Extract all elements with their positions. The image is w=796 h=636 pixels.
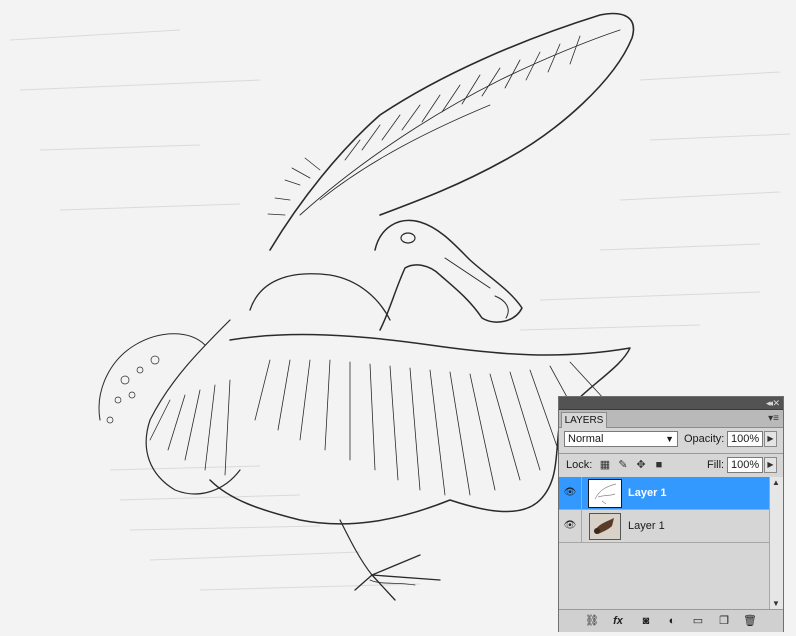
divider [581,510,582,543]
panel-bottom-toolbar: ⛓ fx ◙ ◐ ▭ ❐ 🗑 [559,609,783,632]
close-icon[interactable]: ✕ [772,397,780,409]
blend-mode-value: Normal [568,433,604,445]
fill-label: Fill: [707,459,725,471]
fill-field[interactable]: 100% [727,457,763,473]
lock-image-pixels-icon[interactable]: ✎ [617,459,629,471]
blend-mode-select[interactable]: Normal ▼ [564,431,678,447]
layer-thumbnail-photo [589,513,621,540]
collapse-icon[interactable]: ◂◂ [766,397,773,409]
panel-menu-icon[interactable]: ▾≡ [768,413,779,424]
new-group-icon[interactable]: ▭ [691,614,705,628]
panel-tab-row: LAYERS ▾≡ [559,410,783,428]
layer-name[interactable]: Layer 1 [628,487,667,499]
eye-icon[interactable]: 👁 [562,485,578,501]
chevron-down-icon: ▼ [665,434,674,444]
opacity-slider-arrow-icon[interactable]: ▶ [764,431,777,447]
tab-layers[interactable]: LAYERS [561,412,607,428]
layer-row-selected[interactable]: 👁 Layer 1 [559,477,769,510]
layer-thumbnail-sketch [588,479,622,508]
lock-all-icon[interactable]: ■ [653,459,665,471]
link-layers-icon[interactable]: ⛓ [585,614,599,628]
lock-position-icon[interactable]: ✥ [635,459,647,471]
layers-list: 👁 Layer 1 👁 Layer 1 [559,477,769,609]
layer-mask-icon[interactable]: ◙ [639,614,653,628]
eye-icon[interactable]: 👁 [562,518,578,534]
fx-icon[interactable]: fx [611,614,625,628]
layers-panel: ◂◂ ✕ LAYERS ▾≡ Normal ▼ Opacity: 100% ▶ … [558,396,784,632]
lock-transparent-pixels-icon[interactable]: ▦ [599,459,611,471]
layers-scrollbar[interactable]: ▲ ▼ [769,477,783,609]
sketch-thumbnail-icon [594,483,617,505]
layer-name[interactable]: Layer 1 [628,520,665,532]
adjustment-layer-icon[interactable]: ◐ [665,614,679,628]
lock-label: Lock: [566,459,593,471]
panel-titlebar[interactable]: ◂◂ ✕ [559,397,783,410]
fill-slider-arrow-icon[interactable]: ▶ [764,457,777,473]
trash-icon[interactable]: 🗑 [743,614,757,628]
new-layer-icon[interactable]: ❐ [717,614,731,628]
layer-row[interactable]: 👁 Layer 1 [559,510,769,543]
scroll-down-icon[interactable]: ▼ [772,599,780,608]
opacity-label: Opacity: [684,433,725,445]
scroll-up-icon[interactable]: ▲ [772,478,780,487]
photo-thumbnail-icon [590,514,620,539]
divider [581,477,582,510]
opacity-field[interactable]: 100% [727,431,763,447]
divider [559,453,783,454]
